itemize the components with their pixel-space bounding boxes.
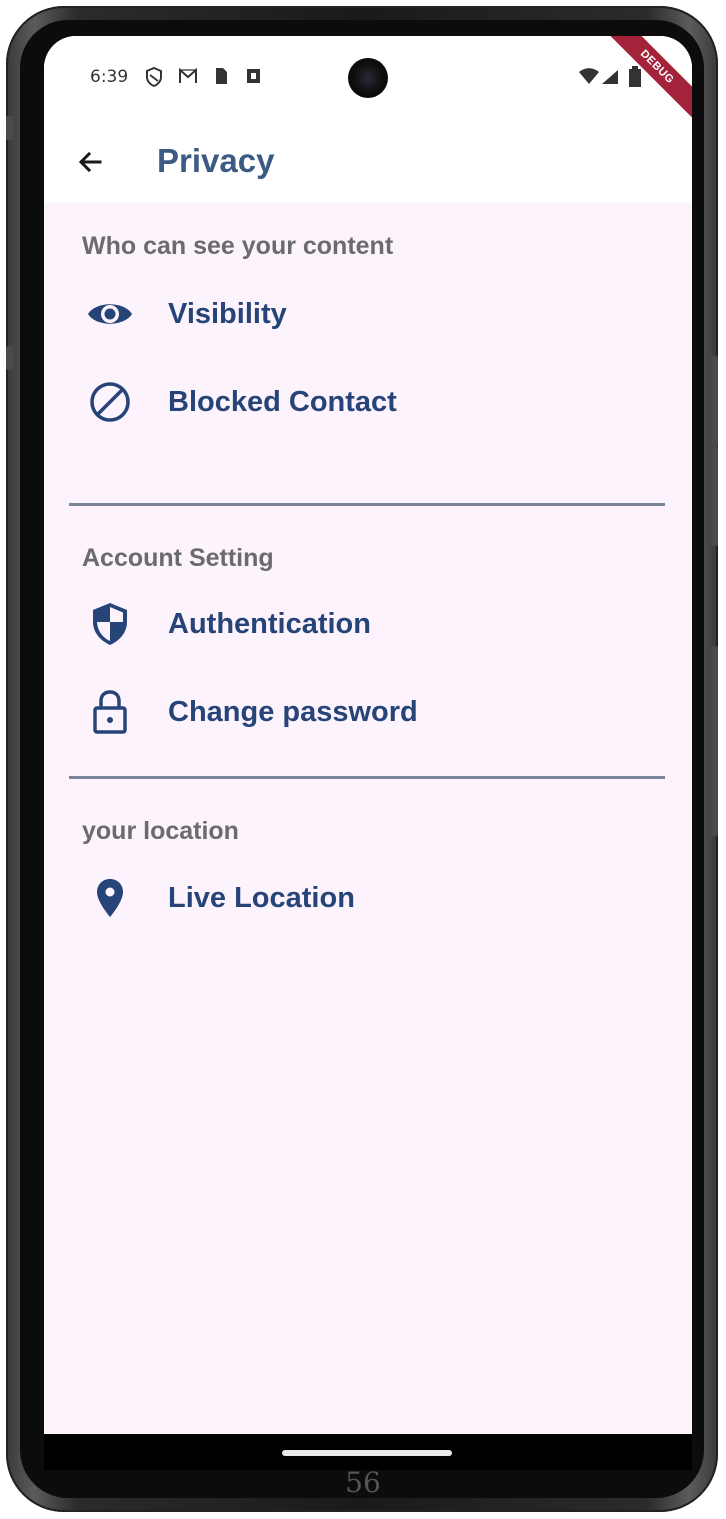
blocked-contact-item[interactable]: Blocked Contact [84, 371, 644, 433]
location-pin-icon [84, 872, 136, 924]
gmail-icon [179, 67, 197, 83]
side-button [6, 116, 13, 140]
volume-button [711, 446, 718, 546]
eye-icon [84, 288, 136, 340]
blocked-contact-label: Blocked Contact [168, 385, 397, 418]
shield-icon [84, 598, 136, 650]
change-password-item[interactable]: Change password [84, 681, 644, 743]
status-bar: 6:39 DEBUG [44, 36, 692, 128]
square-icon [247, 69, 260, 83]
visibility-label: Visibility [168, 297, 287, 330]
status-time: 6:39 [90, 67, 129, 87]
section-header-location: your location [82, 817, 239, 845]
app-bar: Privacy [44, 120, 692, 202]
section-header-content: Who can see your content [82, 232, 394, 260]
block-icon [84, 376, 136, 428]
wifi-icon [579, 68, 599, 84]
authentication-label: Authentication [168, 607, 371, 640]
navigation-bar [44, 1434, 692, 1470]
live-location-label: Live Location [168, 881, 355, 914]
shield-icon [146, 66, 162, 88]
section-divider [69, 503, 665, 506]
back-button[interactable] [70, 142, 110, 182]
arrow-back-icon [78, 151, 102, 173]
screen: 6:39 DEBUG Privacy Who can see your cont… [44, 36, 692, 1434]
volume-button [711, 356, 718, 446]
section-divider [69, 776, 665, 779]
page-number: 56 [345, 1466, 381, 1499]
sim-icon [216, 68, 227, 84]
front-camera [348, 58, 388, 98]
visibility-item[interactable]: Visibility [84, 283, 644, 345]
authentication-item[interactable]: Authentication [84, 593, 644, 655]
change-password-label: Change password [168, 695, 418, 728]
power-button [711, 646, 718, 836]
section-header-account: Account Setting [82, 544, 274, 572]
signal-icon [602, 70, 618, 84]
live-location-item[interactable]: Live Location [84, 867, 644, 929]
side-button [6, 346, 13, 370]
battery-icon [629, 66, 641, 87]
page-title: Privacy [157, 142, 275, 179]
lock-icon [84, 686, 136, 738]
home-gesture-handle[interactable] [282, 1450, 452, 1456]
